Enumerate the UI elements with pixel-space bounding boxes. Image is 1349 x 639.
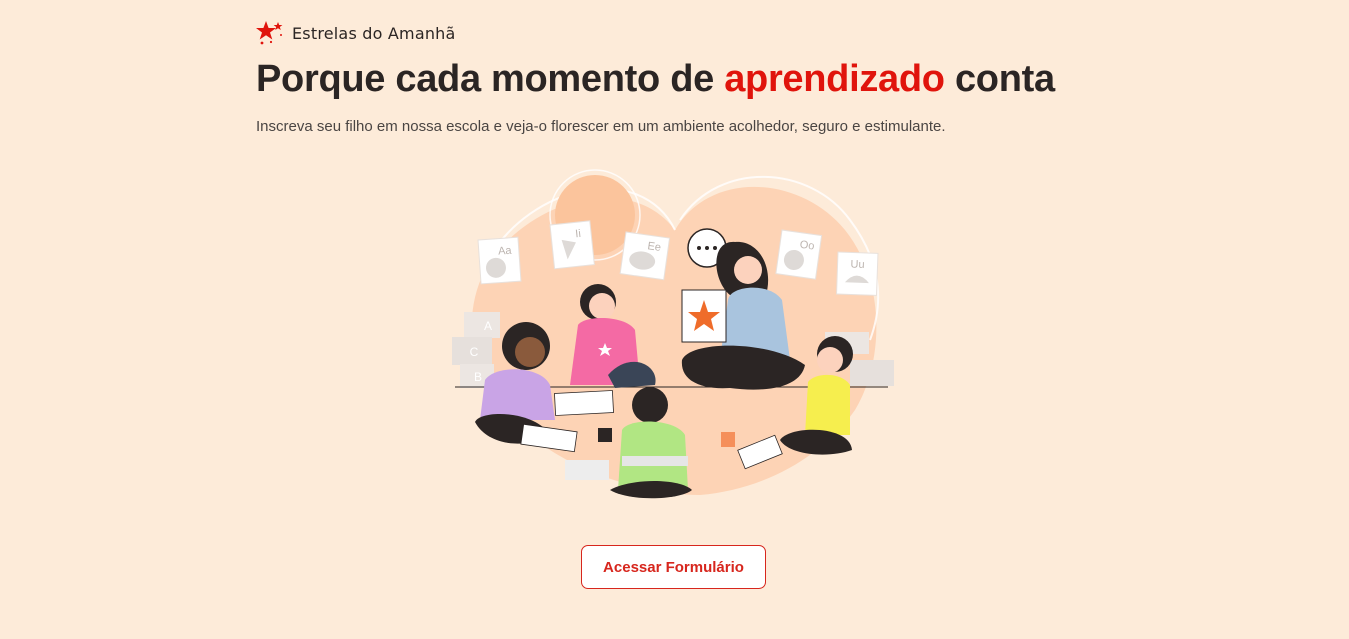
title-part-1: Porque cada momento de: [256, 58, 725, 100]
svg-text:Aa: Aa: [498, 245, 513, 258]
brand-header[interactable]: Estrelas do Amanhã: [256, 20, 456, 46]
stars-logo-icon: [256, 21, 283, 45]
teacher-with-children-illustration: Aa Ii Ee Oo Uu A C B: [452, 169, 894, 499]
flashcard-aa: Aa: [477, 236, 522, 285]
title-highlight: aprendizado: [724, 58, 945, 100]
svg-text:C: C: [470, 345, 479, 359]
flashcard-ee: Ee: [619, 231, 671, 281]
page-title: Porque cada momento de aprendizado conta: [256, 58, 1055, 101]
paper-sheet: [554, 390, 614, 416]
flashcard-ii: Ii: [549, 220, 595, 270]
title-part-2: conta: [944, 58, 1055, 100]
page-subtitle: Inscreva seu filho em nossa escola e vej…: [256, 118, 946, 135]
svg-text:Uu: Uu: [850, 258, 864, 270]
landing-page: Estrelas do Amanhã Porque cada momento d…: [0, 0, 1349, 639]
svg-text:B: B: [474, 370, 482, 384]
flashcard-uu: Uu: [836, 251, 879, 296]
access-form-button[interactable]: Acessar Formulário: [581, 545, 766, 589]
brand-name: Estrelas do Amanhã: [292, 23, 456, 43]
flashcard-oo: Oo: [775, 229, 823, 280]
svg-text:A: A: [484, 319, 492, 333]
svg-text:Oo: Oo: [799, 239, 815, 253]
svg-text:Ee: Ee: [647, 240, 662, 254]
